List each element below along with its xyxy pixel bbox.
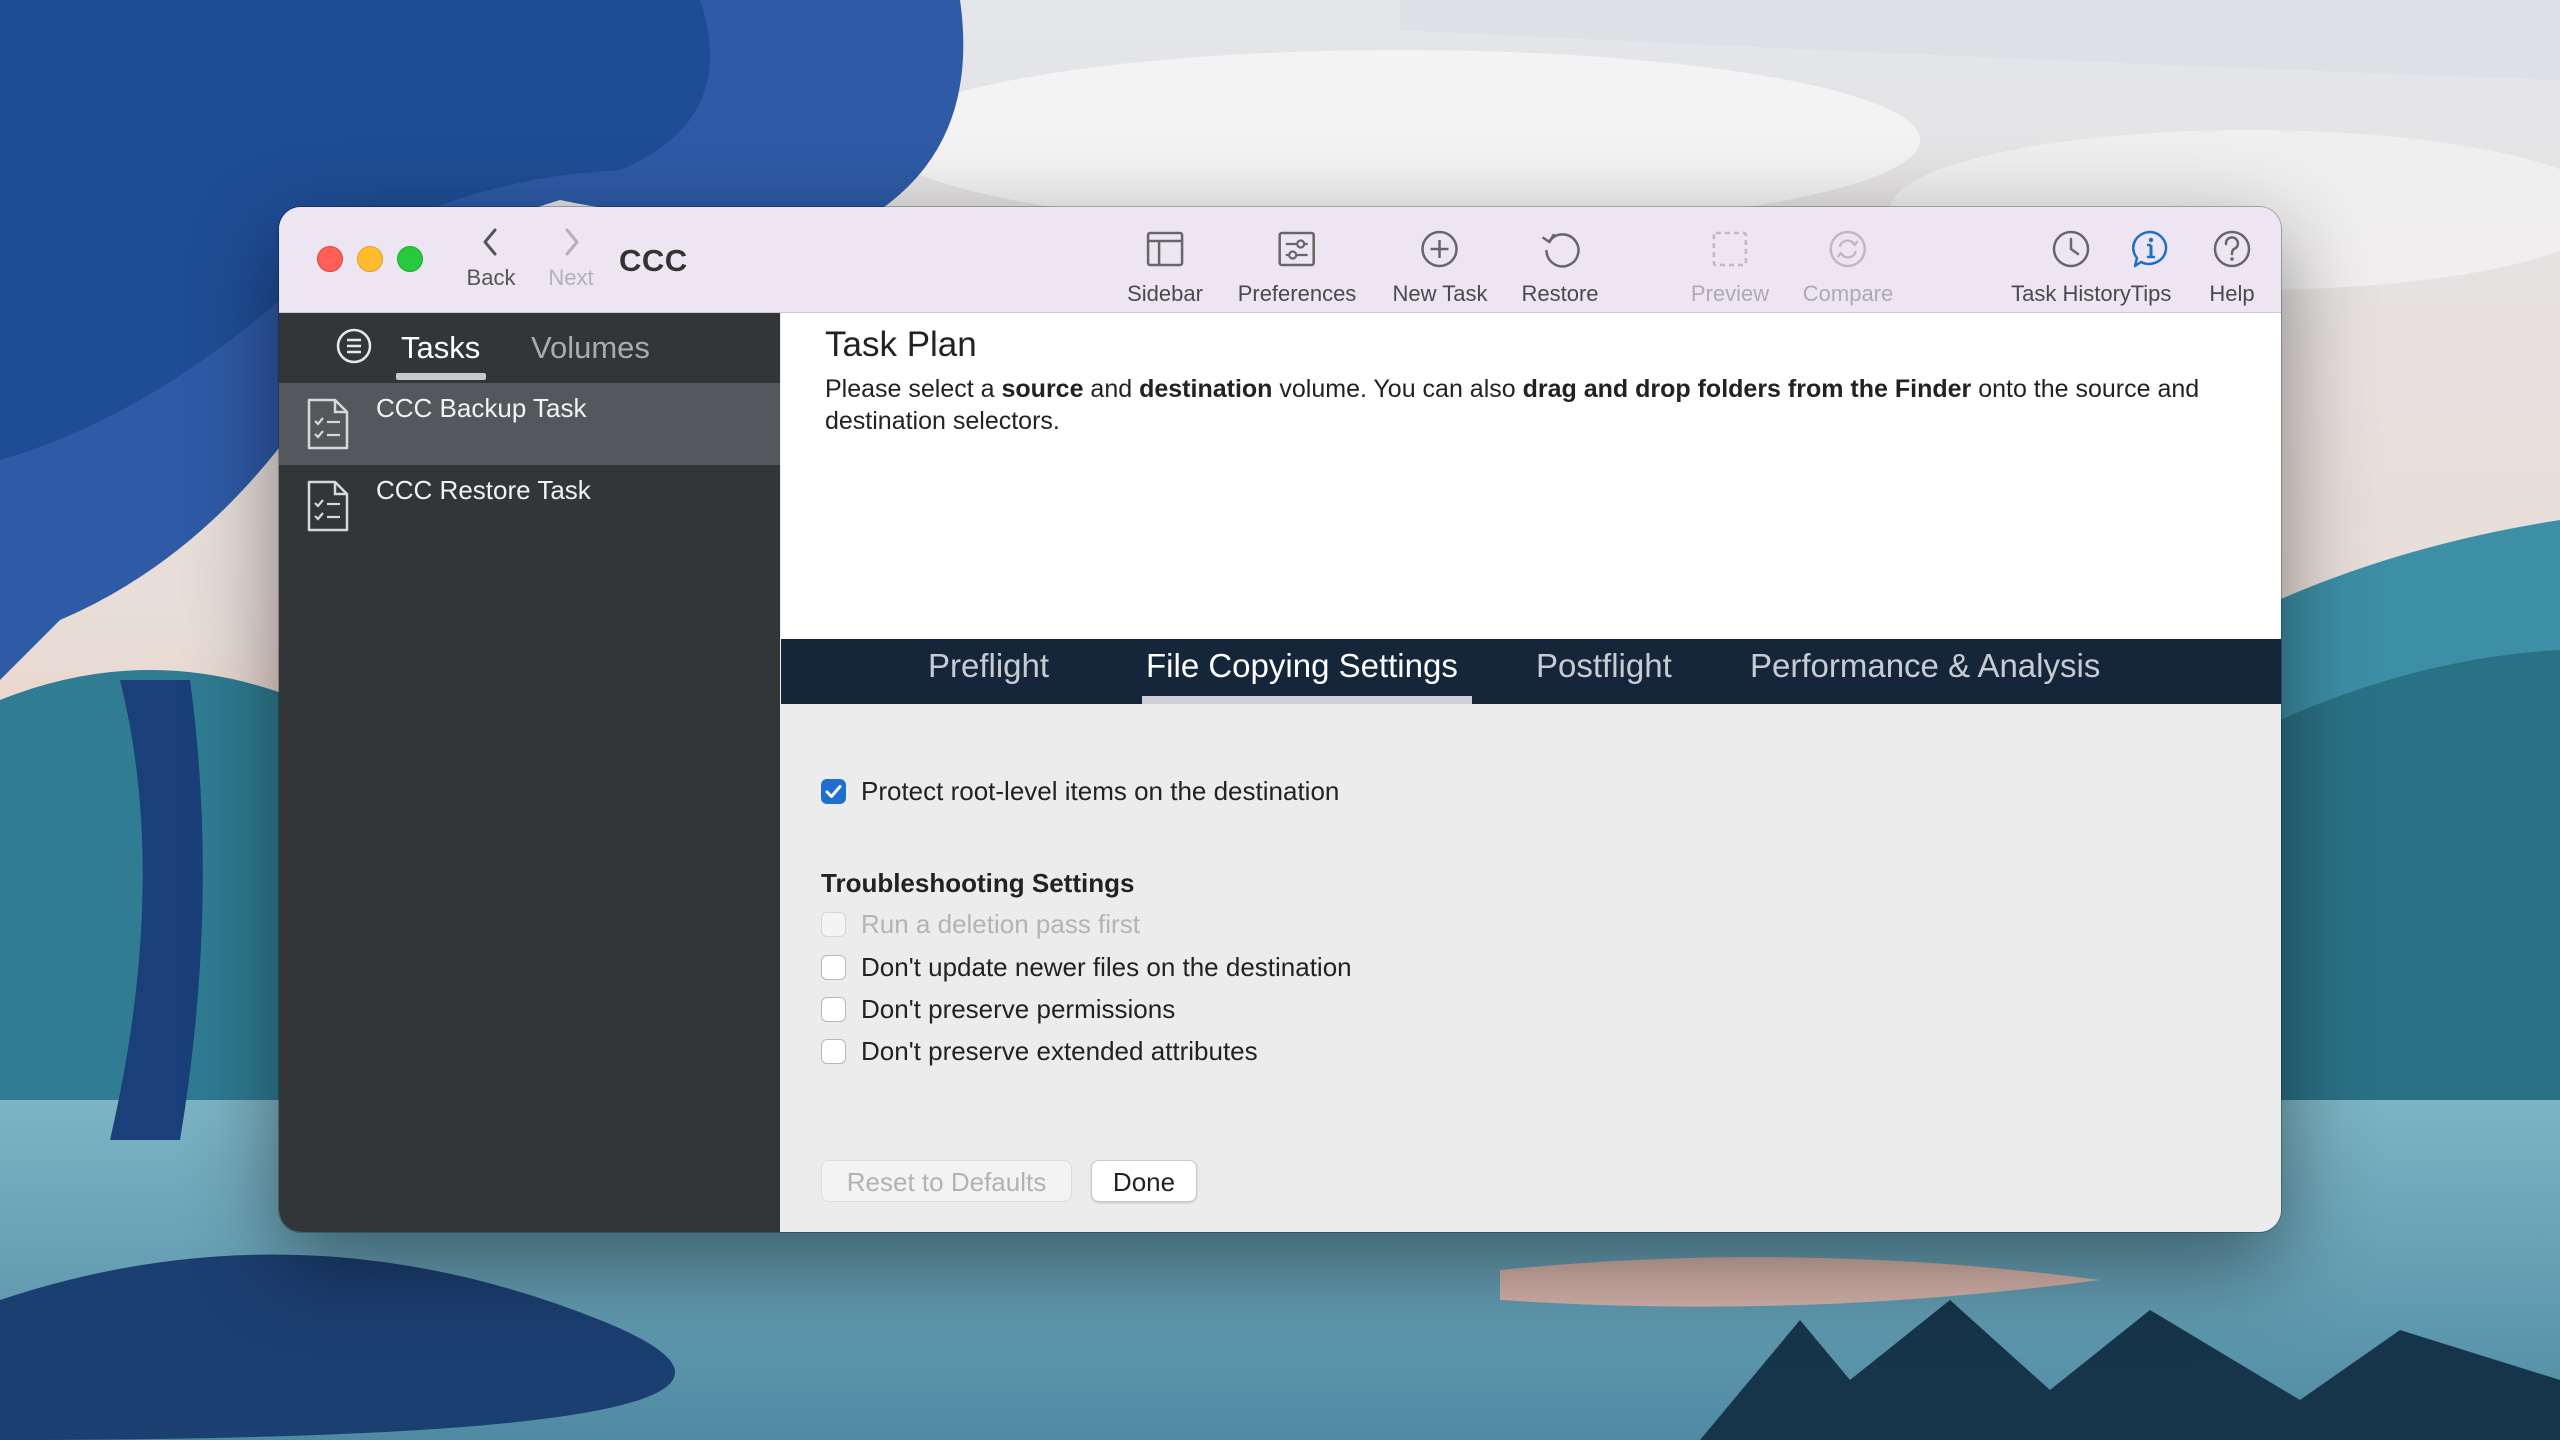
dont-preserve-permissions-checkbox[interactable] [821,997,846,1022]
desc-bold-drag-drop: drag and drop folders from the Finder [1522,375,1972,403]
tab-postflight[interactable]: Postflight [1536,647,1672,685]
task-history-button-label: Task History [2011,281,2131,306]
dont-update-newer-label: Don't update newer files on the destinat… [861,952,1352,982]
tab-performance-analysis[interactable]: Performance & Analysis [1750,647,2100,685]
sidebar-button[interactable]: Sidebar [1127,227,1203,307]
app-window: Back Next CCC Sidebar Preferences New Ta… [279,207,2281,1232]
compare-button[interactable]: Compare [1803,227,1893,307]
desc-text: volume. You can also [1272,375,1523,403]
tips-button[interactable]: Tips [2124,227,2178,307]
desc-text: Please select a [825,375,1002,403]
file-copying-settings: Protect root-level items on the destinat… [781,704,2281,1232]
next-label: Next [548,265,594,290]
back-button[interactable]: Back [456,225,526,305]
task-history-button[interactable]: Task History [2006,227,2136,307]
restore-icon [1541,233,1580,268]
desc-text: and [1083,375,1140,403]
preferences-button-label: Preferences [1237,281,1357,306]
sidebar-tabs: Tasks Volumes [279,313,780,380]
protect-root-checkbox[interactable] [821,779,846,804]
sidebar-button-label: Sidebar [1127,281,1203,306]
preview-icon [1712,231,1748,267]
restore-button-label: Restore [1521,281,1599,306]
active-tab-underline [1142,696,1472,704]
back-label: Back [466,265,516,290]
checkmark-icon [825,785,842,798]
list-menu-icon[interactable] [335,327,373,365]
desc-bold-source: source [1001,375,1084,403]
help-button[interactable]: Help [2205,227,2259,307]
chevron-right-icon [565,228,579,256]
task-plan-description: Please select a source and destination v… [825,373,2255,437]
new-task-button[interactable]: New Task [1392,227,1488,307]
sidebar-icon [1146,231,1184,267]
task-name: CCC Backup Task [376,393,587,423]
main-panel: Task Plan Please select a source and des… [781,313,2281,1232]
preview-button[interactable]: Preview [1691,227,1769,307]
toolbar: Back Next CCC Sidebar Preferences New Ta… [279,207,2281,313]
tips-button-label: Tips [2130,281,2172,306]
new-task-button-label: New Task [1392,281,1488,306]
desc-bold-destination: destination [1139,375,1273,403]
preferences-icon [1278,231,1316,267]
preview-button-label: Preview [1690,281,1770,306]
tab-file-copying-settings[interactable]: File Copying Settings [1146,647,1458,685]
compare-icon [1829,230,1867,268]
done-button[interactable]: Done [1091,1160,1197,1202]
preferences-button[interactable]: Preferences [1237,227,1357,307]
deletion-pass-checkbox [821,912,846,937]
dont-preserve-xattrs-label: Don't preserve extended attributes [861,1036,1258,1066]
task-plan-panel: Task Plan Please select a source and des… [781,313,2281,639]
protect-root-label: Protect root-level items on the destinat… [861,776,1340,806]
task-name: CCC Restore Task [376,475,591,505]
clock-icon [2052,230,2090,268]
minimize-button[interactable] [357,246,383,272]
dont-update-newer-checkbox[interactable] [821,955,846,980]
sidebar-item-restore-task[interactable]: CCC Restore Task [279,465,780,547]
task-document-icon [307,480,349,532]
chevron-left-icon [483,228,497,256]
dont-preserve-permissions-label: Don't preserve permissions [861,994,1176,1024]
sidebar-item-backup-task[interactable]: CCC Backup Task [279,383,780,465]
info-bubble-icon [2132,230,2168,268]
zoom-button[interactable] [397,246,423,272]
dont-preserve-xattrs-checkbox[interactable] [821,1039,846,1064]
tab-preflight[interactable]: Preflight [928,647,1049,685]
page-title: Task Plan [825,325,977,364]
settings-tabbar: Preflight File Copying Settings Postflig… [781,639,2281,704]
next-button[interactable]: Next [536,225,606,305]
troubleshooting-heading: Troubleshooting Settings [821,868,1135,898]
tab-tasks-underline [396,373,486,380]
compare-button-label: Compare [1802,281,1894,306]
sidebar: Tasks Volumes CCC Backup Task CCC Restor… [279,313,780,1232]
deletion-pass-label: Run a deletion pass first [861,909,1140,939]
tab-volumes[interactable]: Volumes [531,330,650,366]
tab-tasks[interactable]: Tasks [401,330,480,366]
reset-to-defaults-button[interactable]: Reset to Defaults [821,1160,1072,1202]
plus-circle-icon [1421,230,1459,268]
window-title: CCC [619,243,688,278]
help-button-label: Help [2209,281,2255,306]
question-icon [2213,230,2251,268]
task-document-icon [307,398,349,450]
close-button[interactable] [317,246,343,272]
restore-button[interactable]: Restore [1521,227,1599,307]
